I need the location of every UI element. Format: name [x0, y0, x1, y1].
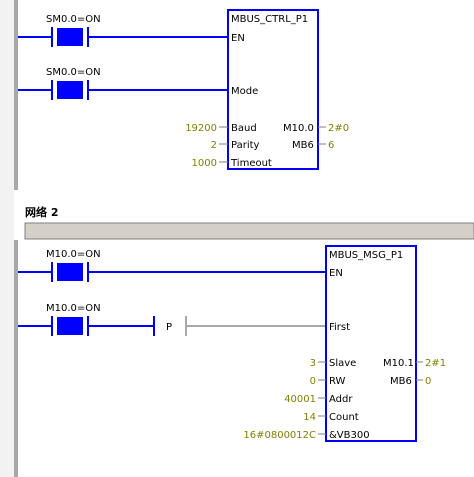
network-1: SM0.0=ON SM0.0=ON MBUS_CTRL_P1 EN Mode B… [18, 9, 349, 170]
pin-baud: Baud [231, 123, 257, 134]
contact-icon [57, 263, 83, 281]
pin-m10-1: M10.1 [383, 358, 414, 369]
network-comment-bar[interactable] [24, 222, 474, 240]
power-rail-2 [14, 240, 18, 477]
mb6-value[interactable]: 6 [328, 140, 334, 151]
network-2-header[interactable]: 网络 2 [24, 205, 474, 240]
pin-parity: Parity [231, 140, 260, 151]
mb6-value[interactable]: 0 [425, 376, 431, 387]
pin-en: EN [231, 33, 245, 44]
power-rail-1 [14, 0, 18, 190]
m10-1-value[interactable]: 2#1 [425, 358, 446, 369]
mbus-msg-block[interactable]: MBUS_MSG_P1 EN First Slave RW Addr Count… [325, 245, 417, 442]
count-value[interactable]: 14 [303, 412, 316, 423]
pin-mode: Mode [231, 86, 258, 97]
mbus-ctrl-block[interactable]: MBUS_CTRL_P1 EN Mode Baud Parity Timeout… [227, 9, 319, 170]
contact-icon [57, 28, 83, 46]
network-2: M10.0=ON M10.0=ON P MBUS_MSG_P1 EN First… [18, 245, 446, 442]
pin-rw: RW [329, 376, 346, 387]
data-ptr-value[interactable]: 16#0800012C [243, 430, 316, 441]
addr-value[interactable]: 40001 [284, 394, 316, 405]
p-edge-label: P [166, 322, 172, 333]
contact-label: SM0.0=ON [46, 67, 101, 78]
gutter [0, 0, 14, 477]
pin-en: EN [329, 268, 343, 279]
timeout-value[interactable]: 1000 [192, 158, 217, 169]
rw-value[interactable]: 0 [310, 376, 316, 387]
pin-timeout: Timeout [230, 158, 272, 169]
contact-label: M10.0=ON [46, 303, 101, 314]
rung-mode-1[interactable]: SM0.0=ON [18, 67, 228, 100]
pin-first: First [329, 322, 350, 333]
slave-value[interactable]: 3 [310, 358, 316, 369]
contact-label: SM0.0=ON [46, 14, 101, 25]
m10-0-value[interactable]: 2#0 [328, 123, 349, 134]
contact-icon [57, 81, 83, 99]
pin-m10-0: M10.0 [283, 123, 314, 134]
contact-icon [57, 317, 83, 335]
contact-label: M10.0=ON [46, 249, 101, 260]
pin-mb6: MB6 [292, 140, 314, 151]
pin-mb6: MB6 [390, 376, 412, 387]
rung-en-1[interactable]: SM0.0=ON [18, 14, 228, 47]
pin-data-ptr: &VB300 [329, 430, 370, 441]
block-title: MBUS_CTRL_P1 [231, 14, 308, 25]
parity-value[interactable]: 2 [211, 140, 217, 151]
ladder-editor-canvas: SM0.0=ON SM0.0=ON MBUS_CTRL_P1 EN Mode B… [0, 0, 474, 477]
pin-count: Count [329, 412, 359, 423]
pin-addr: Addr [329, 394, 353, 405]
baud-value[interactable]: 19200 [185, 123, 217, 134]
rung-first-2[interactable]: M10.0=ON P [18, 303, 326, 336]
network-title: 网络 2 [25, 205, 58, 219]
block-title: MBUS_MSG_P1 [329, 250, 403, 261]
rung-en-2[interactable]: M10.0=ON [18, 249, 326, 282]
pin-slave: Slave [329, 358, 356, 369]
